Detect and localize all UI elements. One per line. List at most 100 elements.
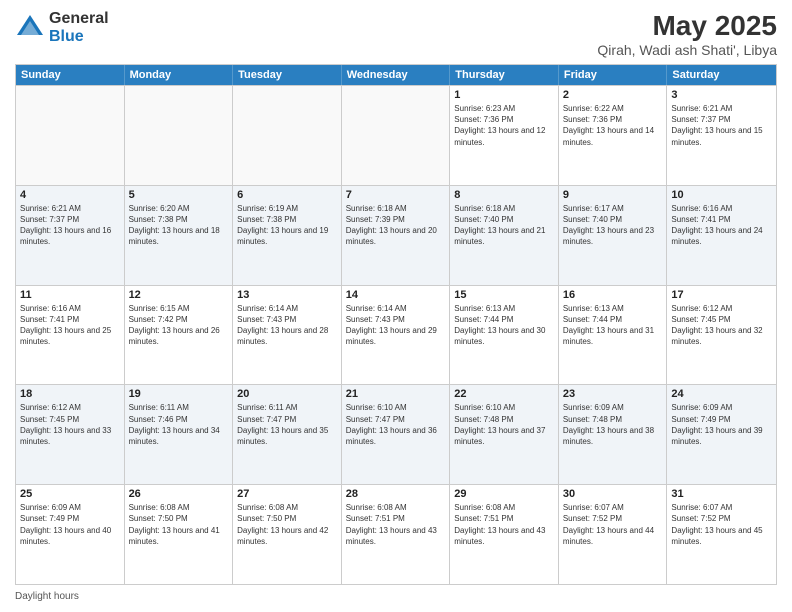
empty-cell — [125, 86, 234, 185]
day-number: 6 — [237, 189, 337, 201]
day-cell-20: 20 Sunrise: 6:11 AMSunset: 7:47 PMDayligh… — [233, 385, 342, 484]
day-info: Sunrise: 6:09 AMSunset: 7:49 PMDaylight:… — [20, 502, 120, 547]
day-number: 21 — [346, 388, 446, 400]
day-info: Sunrise: 6:07 AMSunset: 7:52 PMDaylight:… — [671, 502, 772, 547]
day-number: 25 — [20, 488, 120, 500]
calendar-row-4: 18Sunrise: 6:12 AMSunset: 7:45 PMDayligh… — [16, 384, 776, 484]
day-cell-31: 31 Sunrise: 6:07 AMSunset: 7:52 PMDayligh… — [667, 485, 776, 584]
day-info: Sunrise: 6:08 AMSunset: 7:50 PMDaylight:… — [129, 502, 229, 547]
calendar-row-1: 1Sunrise: 6:23 AMSunset: 7:36 PMDaylight… — [16, 85, 776, 185]
day-info: Sunrise: 6:11 AMSunset: 7:47 PMDaylight:… — [237, 402, 337, 447]
day-cell-25: 25 Sunrise: 6:09 AMSunset: 7:49 PMDayligh… — [16, 485, 125, 584]
day-cell-29: 29Sunrise: 6:08 AMSunset: 7:51 PMDayligh… — [450, 485, 559, 584]
day-cell-15: 15 Sunrise: 6:13 AMSunset: 7:44 PMDayligh… — [450, 286, 559, 385]
day-cell-19: 19Sunrise: 6:11 AMSunset: 7:46 PMDayligh… — [125, 385, 234, 484]
day-info: Sunrise: 6:09 AMSunset: 7:48 PMDaylight:… — [563, 402, 663, 447]
day-cell-17: 17 Sunrise: 6:12 AMSunset: 7:45 PMDayligh… — [667, 286, 776, 385]
logo-general-text: General — [49, 10, 109, 28]
day-info: Sunrise: 6:07 AMSunset: 7:52 PMDaylight:… — [563, 502, 663, 547]
page: General Blue May 2025 Qirah, Wadi ash Sh… — [0, 0, 792, 612]
logo-blue-text: Blue — [49, 28, 109, 46]
day-number: 19 — [129, 388, 229, 400]
day-info: Sunrise: 6:18 AMSunset: 7:39 PMDaylight:… — [346, 203, 446, 248]
calendar-body: 1Sunrise: 6:23 AMSunset: 7:36 PMDaylight… — [16, 85, 776, 584]
day-number: 12 — [129, 289, 229, 301]
calendar-row-2: 4 Sunrise: 6:21 AMSunset: 7:37 PMDaylight… — [16, 185, 776, 285]
day-number: 20 — [237, 388, 337, 400]
day-cell-14: 14 Sunrise: 6:14 AMSunset: 7:43 PMDayligh… — [342, 286, 451, 385]
logo: General Blue — [15, 10, 109, 45]
main-title: May 2025 — [597, 10, 777, 42]
header-day-sunday: Sunday — [16, 65, 125, 85]
day-cell-3: 3Sunrise: 6:21 AMSunset: 7:37 PMDaylight… — [667, 86, 776, 185]
header-day-wednesday: Wednesday — [342, 65, 451, 85]
day-cell-7: 7Sunrise: 6:18 AMSunset: 7:39 PMDaylight… — [342, 186, 451, 285]
day-number: 28 — [346, 488, 446, 500]
day-number: 31 — [671, 488, 772, 500]
day-info: Sunrise: 6:20 AMSunset: 7:38 PMDaylight:… — [129, 203, 229, 248]
day-number: 29 — [454, 488, 554, 500]
day-info: Sunrise: 6:12 AMSunset: 7:45 PMDaylight:… — [671, 303, 772, 348]
day-cell-12: 12 Sunrise: 6:15 AMSunset: 7:42 PMDayligh… — [125, 286, 234, 385]
day-cell-9: 9Sunrise: 6:17 AMSunset: 7:40 PMDaylight… — [559, 186, 668, 285]
day-cell-16: 16 Sunrise: 6:13 AMSunset: 7:44 PMDayligh… — [559, 286, 668, 385]
day-info: Sunrise: 6:10 AMSunset: 7:47 PMDaylight:… — [346, 402, 446, 447]
calendar-row-3: 11 Sunrise: 6:16 AMSunset: 7:41 PMDayligh… — [16, 285, 776, 385]
day-info: Sunrise: 6:10 AMSunset: 7:48 PMDaylight:… — [454, 402, 554, 447]
day-info: Sunrise: 6:14 AMSunset: 7:43 PMDaylight:… — [346, 303, 446, 348]
day-number: 11 — [20, 289, 120, 301]
day-cell-11: 11 Sunrise: 6:16 AMSunset: 7:41 PMDayligh… — [16, 286, 125, 385]
day-number: 14 — [346, 289, 446, 301]
day-number: 17 — [671, 289, 772, 301]
empty-cell — [342, 86, 451, 185]
empty-cell — [233, 86, 342, 185]
day-number: 10 — [671, 189, 772, 201]
day-cell-10: 10 Sunrise: 6:16 AMSunset: 7:41 PMDayligh… — [667, 186, 776, 285]
day-number: 8 — [454, 189, 554, 201]
day-info: Sunrise: 6:16 AMSunset: 7:41 PMDaylight:… — [20, 303, 120, 348]
day-info: Sunrise: 6:19 AMSunset: 7:38 PMDaylight:… — [237, 203, 337, 248]
day-cell-22: 22Sunrise: 6:10 AMSunset: 7:48 PMDayligh… — [450, 385, 559, 484]
day-info: Sunrise: 6:21 AMSunset: 7:37 PMDaylight:… — [20, 203, 120, 248]
day-number: 9 — [563, 189, 663, 201]
day-number: 15 — [454, 289, 554, 301]
day-cell-4: 4 Sunrise: 6:21 AMSunset: 7:37 PMDaylight… — [16, 186, 125, 285]
day-cell-24: 24 Sunrise: 6:09 AMSunset: 7:49 PMDayligh… — [667, 385, 776, 484]
day-number: 4 — [20, 189, 120, 201]
day-info: Sunrise: 6:21 AMSunset: 7:37 PMDaylight:… — [671, 103, 772, 148]
day-info: Sunrise: 6:16 AMSunset: 7:41 PMDaylight:… — [671, 203, 772, 248]
calendar-header: SundayMondayTuesdayWednesdayThursdayFrid… — [16, 65, 776, 85]
day-info: Sunrise: 6:14 AMSunset: 7:43 PMDaylight:… — [237, 303, 337, 348]
header-day-saturday: Saturday — [667, 65, 776, 85]
day-info: Sunrise: 6:23 AMSunset: 7:36 PMDaylight:… — [454, 103, 554, 148]
day-number: 5 — [129, 189, 229, 201]
day-number: 24 — [671, 388, 772, 400]
day-number: 27 — [237, 488, 337, 500]
header-day-monday: Monday — [125, 65, 234, 85]
calendar: SundayMondayTuesdayWednesdayThursdayFrid… — [15, 64, 777, 585]
day-cell-8: 8Sunrise: 6:18 AMSunset: 7:40 PMDaylight… — [450, 186, 559, 285]
footer-note: Daylight hours — [15, 589, 777, 602]
empty-cell — [16, 86, 125, 185]
day-cell-2: 2Sunrise: 6:22 AMSunset: 7:36 PMDaylight… — [559, 86, 668, 185]
day-cell-26: 26Sunrise: 6:08 AMSunset: 7:50 PMDayligh… — [125, 485, 234, 584]
logo-text: General Blue — [49, 10, 109, 45]
day-cell-13: 13Sunrise: 6:14 AMSunset: 7:43 PMDayligh… — [233, 286, 342, 385]
day-cell-30: 30Sunrise: 6:07 AMSunset: 7:52 PMDayligh… — [559, 485, 668, 584]
day-info: Sunrise: 6:13 AMSunset: 7:44 PMDaylight:… — [454, 303, 554, 348]
header: General Blue May 2025 Qirah, Wadi ash Sh… — [15, 10, 777, 58]
header-day-friday: Friday — [559, 65, 668, 85]
day-info: Sunrise: 6:15 AMSunset: 7:42 PMDaylight:… — [129, 303, 229, 348]
day-number: 16 — [563, 289, 663, 301]
day-info: Sunrise: 6:13 AMSunset: 7:44 PMDaylight:… — [563, 303, 663, 348]
day-info: Sunrise: 6:08 AMSunset: 7:51 PMDaylight:… — [346, 502, 446, 547]
day-cell-1: 1Sunrise: 6:23 AMSunset: 7:36 PMDaylight… — [450, 86, 559, 185]
day-cell-23: 23 Sunrise: 6:09 AMSunset: 7:48 PMDayligh… — [559, 385, 668, 484]
day-cell-18: 18Sunrise: 6:12 AMSunset: 7:45 PMDayligh… — [16, 385, 125, 484]
day-number: 2 — [563, 89, 663, 101]
day-number: 23 — [563, 388, 663, 400]
day-cell-5: 5 Sunrise: 6:20 AMSunset: 7:38 PMDaylight… — [125, 186, 234, 285]
day-info: Sunrise: 6:09 AMSunset: 7:49 PMDaylight:… — [671, 402, 772, 447]
day-number: 18 — [20, 388, 120, 400]
calendar-row-5: 25 Sunrise: 6:09 AMSunset: 7:49 PMDayligh… — [16, 484, 776, 584]
